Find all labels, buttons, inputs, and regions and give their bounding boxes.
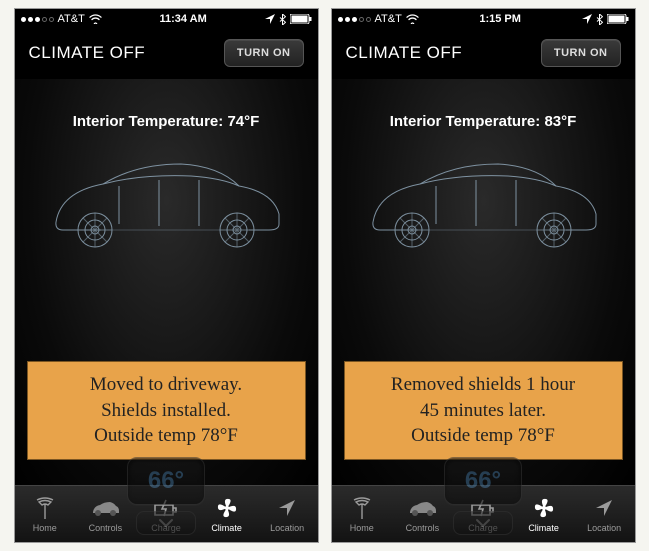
fan-icon xyxy=(532,495,556,521)
page-title: CLIMATE OFF xyxy=(29,43,146,63)
tab-label: Climate xyxy=(528,523,559,533)
main-area: Interior Temperature: 74°F xyxy=(15,79,318,485)
car-wireframe-image xyxy=(358,144,608,252)
signal-dots-icon xyxy=(21,17,54,22)
annotation-line: Shields installed. xyxy=(36,398,297,424)
temperature-dial[interactable]: 66° xyxy=(120,457,212,535)
temperature-dial[interactable]: 66° xyxy=(437,457,529,535)
turn-on-button[interactable]: TURN ON xyxy=(224,39,304,67)
annotation-overlay: Moved to driveway. Shields installed. Ou… xyxy=(27,361,306,460)
dial-down-button[interactable] xyxy=(453,511,513,535)
battery-icon xyxy=(607,14,629,24)
turn-on-button[interactable]: TURN ON xyxy=(541,39,621,67)
interior-temperature-label: Interior Temperature: 83°F xyxy=(390,113,577,130)
signal-dots-icon xyxy=(338,17,371,22)
dial-down-button[interactable] xyxy=(136,511,196,535)
interior-temperature-label: Interior Temperature: 74°F xyxy=(73,113,260,130)
location-arrow-icon xyxy=(594,495,614,521)
page-title: CLIMATE OFF xyxy=(346,43,463,63)
tab-label: Location xyxy=(270,523,304,533)
carrier-label: AT&T xyxy=(58,13,85,25)
status-time: 1:15 PM xyxy=(479,13,521,25)
phone-screen-right: AT&T 1:15 PM CLIMATE OFF TURN ON Interio… xyxy=(331,8,636,543)
tab-label: Controls xyxy=(406,523,440,533)
car-icon xyxy=(407,495,437,521)
annotation-overlay: Removed shields 1 hour 45 minutes later.… xyxy=(344,361,623,460)
carrier-label: AT&T xyxy=(375,13,402,25)
fan-icon xyxy=(215,495,239,521)
location-arrow-icon xyxy=(277,495,297,521)
status-bar: AT&T 1:15 PM xyxy=(332,9,635,29)
battery-icon xyxy=(290,14,312,24)
wifi-icon xyxy=(89,14,102,24)
location-services-icon xyxy=(265,14,275,24)
tab-label: Home xyxy=(350,523,374,533)
phone-screen-left: AT&T 11:34 AM CLIMATE OFF TURN ON Interi… xyxy=(14,8,319,543)
bluetooth-icon xyxy=(279,14,286,25)
annotation-line: Moved to driveway. xyxy=(36,372,297,398)
status-bar: AT&T 11:34 AM xyxy=(15,9,318,29)
annotation-line: 45 minutes later. xyxy=(353,398,614,424)
tab-home[interactable]: Home xyxy=(15,486,76,542)
tesla-logo-icon xyxy=(352,495,372,521)
tab-home[interactable]: Home xyxy=(332,486,393,542)
tab-label: Climate xyxy=(211,523,242,533)
header-row: CLIMATE OFF TURN ON xyxy=(332,29,635,79)
dial-value: 66° xyxy=(127,457,205,505)
main-area: Interior Temperature: 83°F xyxy=(332,79,635,485)
annotation-line: Outside temp 78°F xyxy=(36,423,297,449)
car-wireframe-image xyxy=(41,144,291,252)
location-services-icon xyxy=(582,14,592,24)
tab-location[interactable]: Location xyxy=(574,486,635,542)
bluetooth-icon xyxy=(596,14,603,25)
car-icon xyxy=(90,495,120,521)
header-row: CLIMATE OFF TURN ON xyxy=(15,29,318,79)
tesla-logo-icon xyxy=(35,495,55,521)
tab-label: Controls xyxy=(89,523,123,533)
tab-label: Home xyxy=(33,523,57,533)
tab-label: Location xyxy=(587,523,621,533)
annotation-line: Outside temp 78°F xyxy=(353,423,614,449)
wifi-icon xyxy=(406,14,419,24)
dial-value: 66° xyxy=(444,457,522,505)
tab-location[interactable]: Location xyxy=(257,486,318,542)
status-time: 11:34 AM xyxy=(160,13,207,25)
annotation-line: Removed shields 1 hour xyxy=(353,372,614,398)
